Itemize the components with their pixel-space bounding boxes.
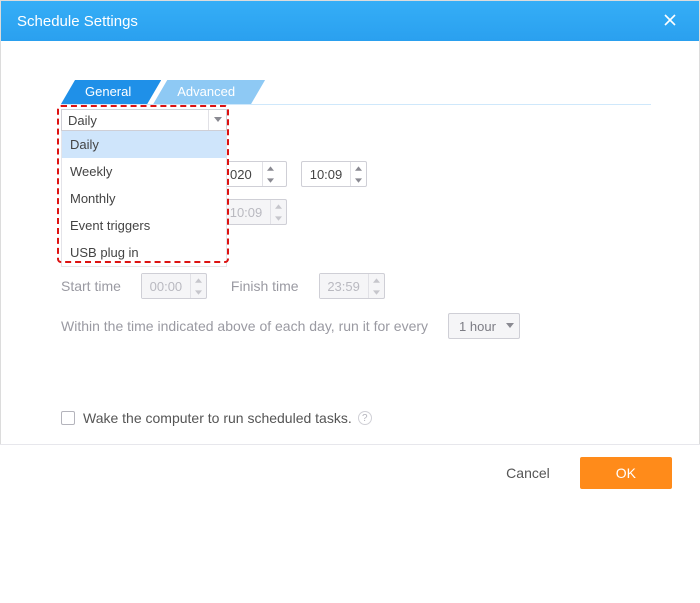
spinner-buttons — [270, 200, 286, 224]
spinner-buttons[interactable] — [350, 162, 366, 186]
start-time-label: Start time — [61, 278, 121, 294]
dropdown-list: Daily Weekly Monthly Event triggers USB … — [61, 131, 227, 267]
titlebar: Schedule Settings — [1, 1, 699, 41]
dropdown-option-event-triggers[interactable]: Event triggers — [62, 212, 226, 239]
chevron-up-icon — [369, 274, 384, 286]
footer: Cancel OK — [0, 444, 700, 500]
wake-checkbox[interactable] — [61, 411, 75, 425]
tabs-row: General Advanced — [61, 79, 651, 105]
dropdown-current-value: Daily — [68, 113, 97, 128]
frequency-dropdown[interactable]: Daily Daily Weekly Monthly Event trigger… — [61, 109, 227, 267]
time-input-secondary — [221, 199, 287, 225]
content-area: Start time Finish time Within the time i… — [1, 105, 699, 603]
start-time-input — [141, 273, 207, 299]
finish-time-field — [320, 274, 368, 298]
finish-time-label: Finish time — [231, 278, 299, 294]
dropdown-option-daily[interactable]: Daily — [62, 131, 226, 158]
spinner-buttons[interactable] — [262, 162, 278, 186]
tab-general[interactable]: General — [61, 80, 161, 104]
interval-value: 1 hour — [459, 319, 496, 334]
interval-select: 1 hour — [448, 313, 520, 339]
help-icon[interactable]: ? — [358, 411, 372, 425]
interval-text: Within the time indicated above of each … — [61, 318, 428, 334]
chevron-down-icon — [271, 212, 286, 224]
tab-advanced[interactable]: Advanced — [153, 80, 265, 104]
wake-checkbox-row: Wake the computer to run scheduled tasks… — [61, 410, 372, 426]
dropdown-option-usb-plugin[interactable]: USB plug in — [62, 239, 226, 266]
start-time-field — [142, 274, 190, 298]
chevron-up-icon[interactable] — [351, 162, 366, 174]
chevron-down-icon — [505, 321, 515, 331]
spinner-buttons — [190, 274, 206, 298]
datetime-row-2 — [221, 199, 287, 225]
finish-time-input — [319, 273, 385, 299]
chevron-up-icon — [191, 274, 206, 286]
chevron-down-icon[interactable] — [208, 110, 226, 130]
chevron-down-icon — [191, 286, 206, 298]
window-title: Schedule Settings — [17, 13, 138, 30]
chevron-down-icon[interactable] — [351, 174, 366, 186]
date-input[interactable] — [221, 161, 287, 187]
close-icon[interactable] — [657, 8, 683, 34]
dropdown-option-monthly[interactable]: Monthly — [62, 185, 226, 212]
dropdown-option-weekly[interactable]: Weekly — [62, 158, 226, 185]
chevron-up-icon[interactable] — [263, 162, 278, 174]
chevron-down-icon[interactable] — [263, 174, 278, 186]
time-field-disabled — [222, 200, 270, 224]
datetime-row-1 — [221, 161, 367, 187]
spinner-buttons — [368, 274, 384, 298]
time-field[interactable] — [302, 162, 350, 186]
interval-row: Within the time indicated above of each … — [61, 313, 520, 339]
wake-checkbox-label: Wake the computer to run scheduled tasks… — [83, 410, 352, 426]
ok-button[interactable]: OK — [580, 457, 672, 489]
date-field[interactable] — [222, 162, 262, 186]
dropdown-display[interactable]: Daily — [61, 109, 227, 131]
time-input-main[interactable] — [301, 161, 367, 187]
cancel-button[interactable]: Cancel — [490, 457, 566, 489]
time-range-row: Start time Finish time — [61, 273, 385, 299]
chevron-down-icon — [369, 286, 384, 298]
chevron-up-icon — [271, 200, 286, 212]
